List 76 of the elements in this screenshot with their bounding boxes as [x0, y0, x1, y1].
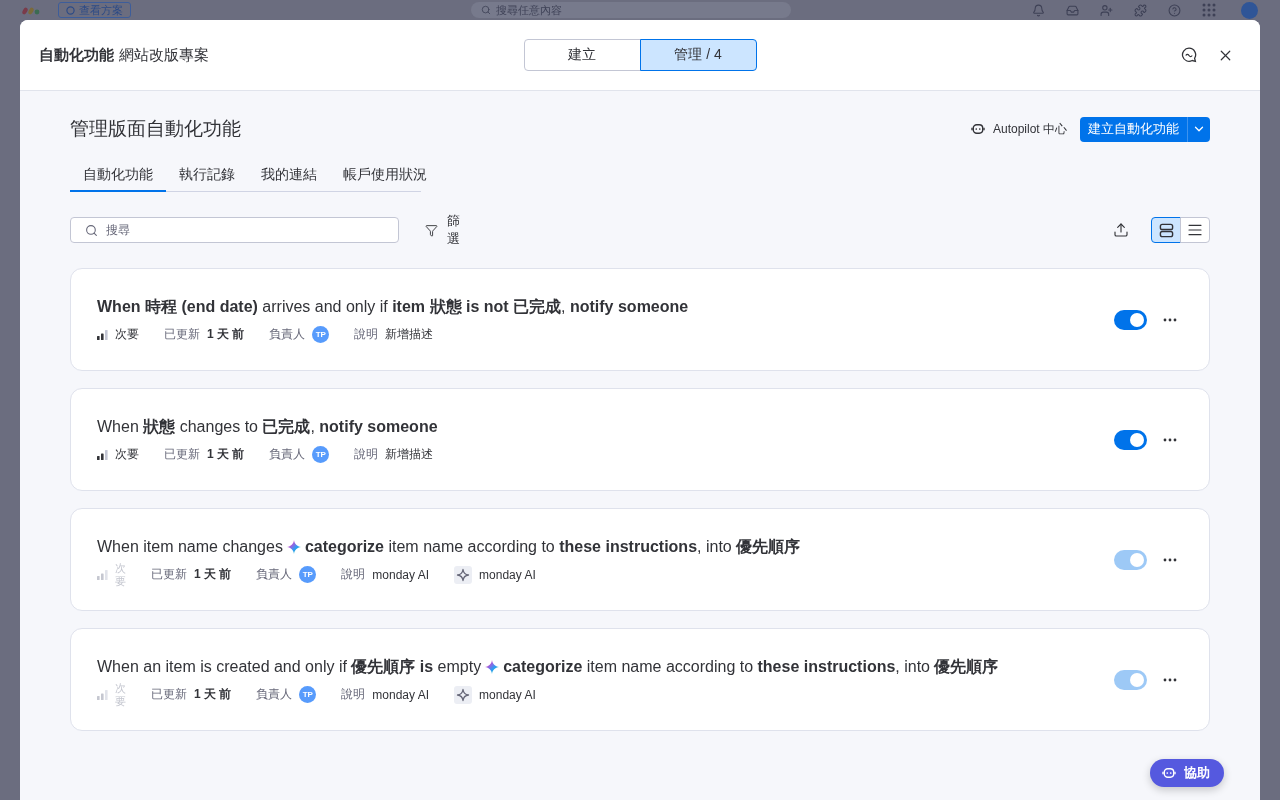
description-text: monday AI	[372, 567, 430, 582]
owner-label: 負責人	[256, 686, 293, 703]
updated-label: 已更新	[151, 686, 187, 703]
view-mode-button[interactable]	[1180, 217, 1210, 243]
assist-button[interactable]: 協助	[1150, 759, 1224, 787]
robot-icon	[1162, 767, 1176, 779]
owner-avatar: TP	[299, 566, 317, 583]
sparkle-icon	[286, 539, 301, 554]
robot-icon	[970, 123, 985, 135]
updated-label: 已更新	[151, 566, 187, 583]
sparkle-icon	[485, 659, 500, 674]
dropdown-button[interactable]	[1187, 116, 1210, 142]
logo-icon	[22, 5, 40, 15]
ai-agent-name: monday AI	[479, 687, 536, 702]
more-icon[interactable]	[1163, 677, 1177, 682]
updated-time: 1 天 前	[194, 566, 232, 583]
automation-title: When 時程 (end date) arrives and only if item 狀態 is not 已完成, notify someone	[97, 296, 689, 317]
card-view-icon	[1158, 222, 1174, 238]
autopilot-link[interactable]: Autopilot 中心	[970, 120, 1067, 138]
automation-title: When an item is created and only if 優先順序 is empty	[97, 656, 482, 677]
upload-icon[interactable]	[1113, 222, 1129, 238]
description-text: monday AI	[372, 687, 430, 702]
updated-time: 1 天 前	[207, 326, 245, 343]
priority-text: 次要	[115, 682, 126, 707]
more-icon[interactable]	[1163, 317, 1177, 322]
owner-label: 負責人	[269, 446, 306, 463]
toggle-switch[interactable]	[1114, 309, 1147, 330]
toggle-switch[interactable]	[1114, 429, 1147, 450]
search-icon	[85, 223, 98, 237]
automation-card[interactable]: When 時程 (end date) arrives and only if item 狀態 is not 已完成, notify someone 次要 已更新 1 天 前 負責人 TP 說明 新增描述	[70, 268, 1210, 371]
search-field[interactable]: 搜尋	[70, 217, 399, 243]
create-automation-button[interactable]: 建立自動化功能	[1080, 116, 1187, 142]
ai-action-text: categorize item name according to these instructions, into 優先順序	[503, 656, 999, 677]
updated-label: 已更新	[164, 446, 200, 463]
ai-agent-icon	[454, 685, 473, 704]
tab[interactable]: 帳戶使用狀況	[330, 160, 440, 192]
owner-avatar: TP	[312, 326, 330, 343]
tab[interactable]: 我的連結	[248, 160, 330, 192]
ai-agent-icon	[454, 565, 473, 584]
priority-text: 次要	[115, 446, 139, 463]
description-label: 說明	[354, 446, 379, 463]
owner-label: 負責人	[269, 326, 306, 343]
updated-label: 已更新	[164, 326, 200, 343]
description-text: 新增描述	[385, 446, 434, 463]
ai-action-text: categorize item name according to these instructions, into 優先順序	[304, 536, 801, 557]
window-title: 自動化功能	[39, 45, 114, 65]
description-label: 說明	[341, 566, 366, 583]
description-label: 說明	[341, 686, 366, 703]
automation-title: When 狀態 changes to 已完成, notify someone	[97, 416, 438, 437]
mode-tab[interactable]: 管理 / 4	[639, 39, 757, 71]
tab[interactable]: 執行記錄	[166, 160, 248, 192]
owner-avatar: TP	[299, 686, 317, 703]
search-icon	[481, 5, 491, 15]
automation-title: When item name changes	[97, 536, 283, 557]
filter-icon	[425, 223, 438, 237]
board-name: 網站改版專案	[119, 45, 209, 65]
description-text: 新增描述	[385, 326, 434, 343]
priority-text: 次要	[115, 326, 139, 343]
more-icon[interactable]	[1163, 557, 1177, 562]
filter-button[interactable]: 篩選	[425, 212, 460, 248]
circle-icon	[66, 5, 75, 15]
ai-agent-name: monday AI	[479, 567, 536, 582]
more-icon[interactable]	[1163, 437, 1177, 442]
mode-tab[interactable]: 建立	[523, 39, 641, 71]
updated-time: 1 天 前	[194, 686, 232, 703]
updated-time: 1 天 前	[207, 446, 245, 463]
description-label: 說明	[354, 326, 379, 343]
owner-avatar: TP	[312, 446, 330, 463]
page-title: 管理版面自動化功能	[70, 117, 241, 141]
view-mode-button[interactable]	[1151, 217, 1181, 243]
chat-icon[interactable]	[1181, 47, 1197, 63]
owner-label: 負責人	[256, 566, 293, 583]
tab[interactable]: 自動化功能	[70, 160, 166, 192]
list-view-icon	[1187, 222, 1203, 238]
automation-card[interactable]: When 狀態 changes to 已完成, notify someone 次要 已更新 1 天 前 負責人 TP 說明 新增描述	[70, 388, 1210, 491]
priority-text: 次要	[115, 562, 126, 587]
